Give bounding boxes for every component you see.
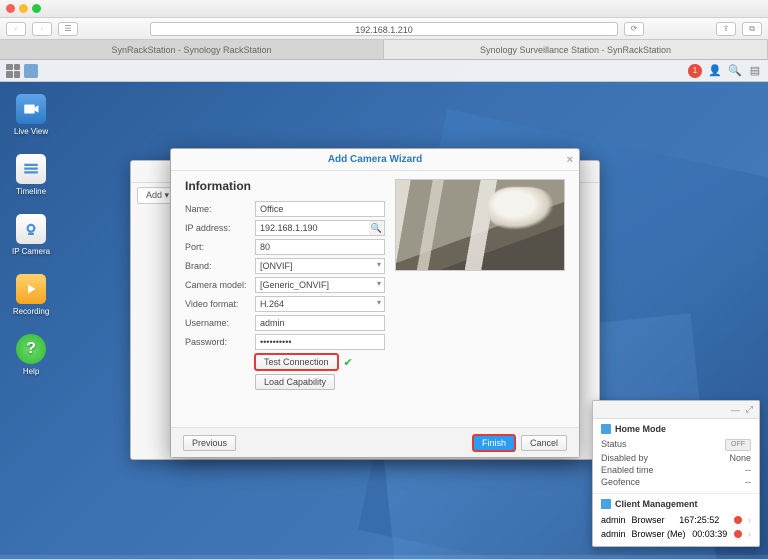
section-heading: Information bbox=[185, 179, 385, 193]
forward-button[interactable]: › bbox=[32, 22, 52, 36]
browser-toolbar: ‹ › ☰ 192.168.1.210 ⟳ ⇪ ⧉ bbox=[0, 18, 768, 40]
disconnect-icon[interactable] bbox=[734, 516, 742, 524]
client-icon bbox=[601, 499, 611, 509]
dsm-topbar: 1 👤 🔍 ▤ bbox=[0, 60, 768, 82]
modal-title: Add Camera Wizard × bbox=[171, 149, 579, 171]
browser-tab-1[interactable]: SynRackStation - Synology RackStation bbox=[0, 40, 384, 59]
test-connection-button[interactable]: Test Connection bbox=[255, 354, 338, 370]
status-toggle[interactable]: OFF bbox=[725, 439, 751, 451]
desktop-recording[interactable]: Recording bbox=[12, 274, 50, 316]
reader-button[interactable]: ⟳ bbox=[624, 22, 644, 36]
minimize-icon[interactable]: — bbox=[731, 405, 740, 415]
app-grid-icon[interactable] bbox=[6, 64, 20, 78]
desktop-help[interactable]: ? Help bbox=[12, 334, 50, 376]
desktop-icons: Live View Timeline IP Camera Recording ?… bbox=[12, 94, 50, 376]
share-button[interactable]: ⇪ bbox=[716, 22, 736, 36]
search-icon[interactable]: 🔍 bbox=[728, 64, 742, 78]
client-row[interactable]: admin Browser 167:25:52 › bbox=[601, 513, 751, 527]
notification-badge[interactable]: 1 bbox=[688, 64, 702, 78]
label: Timeline bbox=[16, 187, 46, 196]
sidebar-button[interactable]: ☰ bbox=[58, 22, 78, 36]
check-icon: ✔ bbox=[344, 356, 353, 369]
ip-input[interactable] bbox=[255, 220, 385, 236]
status-panel: — ⤢ Home Mode StatusOFF Disabled byNone … bbox=[592, 400, 760, 547]
address-bar[interactable]: 192.168.1.210 bbox=[150, 22, 618, 36]
password-input[interactable] bbox=[255, 334, 385, 350]
tabs-button[interactable]: ⧉ bbox=[742, 22, 762, 36]
browser-tab-strip: SynRackStation - Synology RackStation Sy… bbox=[0, 40, 768, 60]
port-input[interactable] bbox=[255, 239, 385, 255]
close-window-icon[interactable] bbox=[6, 4, 15, 13]
dsm-desktop: 1 👤 🔍 ▤ Live View Timeline IP Camera Rec… bbox=[0, 60, 768, 559]
maximize-window-icon[interactable] bbox=[32, 4, 41, 13]
browser-tab-2[interactable]: Synology Surveillance Station - SynRackS… bbox=[384, 40, 768, 59]
desktop-ip-camera[interactable]: IP Camera bbox=[12, 214, 50, 256]
back-button[interactable]: ‹ bbox=[6, 22, 26, 36]
previous-button[interactable]: Previous bbox=[183, 435, 236, 451]
cancel-button[interactable]: Cancel bbox=[521, 435, 567, 451]
client-row[interactable]: admin Browser (Me) 00:03:39 › bbox=[601, 527, 751, 541]
mac-titlebar bbox=[0, 0, 768, 18]
taskbar bbox=[0, 555, 768, 559]
add-camera-wizard: Add Camera Wizard × Information Name: IP… bbox=[170, 148, 580, 458]
home-icon bbox=[601, 424, 611, 434]
name-input[interactable] bbox=[255, 201, 385, 217]
surveillance-app-icon[interactable] bbox=[24, 64, 38, 78]
chevron-icon: › bbox=[748, 529, 751, 539]
disconnect-icon[interactable] bbox=[734, 530, 742, 538]
load-capability-button[interactable]: Load Capability bbox=[255, 374, 335, 390]
expand-icon[interactable]: ⤢ bbox=[746, 404, 753, 415]
close-icon[interactable]: × bbox=[567, 154, 573, 166]
label: IP Camera bbox=[12, 247, 50, 256]
brand-select[interactable] bbox=[255, 258, 385, 274]
user-icon[interactable]: 👤 bbox=[708, 64, 722, 78]
username-input[interactable] bbox=[255, 315, 385, 331]
desktop-timeline[interactable]: Timeline bbox=[12, 154, 50, 196]
desktop-live-view[interactable]: Live View bbox=[12, 94, 50, 136]
ip-search-button[interactable]: 🔍 bbox=[369, 220, 385, 236]
label: Help bbox=[23, 367, 39, 376]
widgets-icon[interactable]: ▤ bbox=[748, 64, 762, 78]
model-select[interactable] bbox=[255, 277, 385, 293]
label: Live View bbox=[14, 127, 48, 136]
chevron-icon: › bbox=[748, 515, 751, 525]
video-format-select[interactable] bbox=[255, 296, 385, 312]
finish-button[interactable]: Finish bbox=[473, 435, 515, 451]
camera-preview bbox=[395, 179, 565, 271]
label: Recording bbox=[13, 307, 49, 316]
minimize-window-icon[interactable] bbox=[19, 4, 28, 13]
